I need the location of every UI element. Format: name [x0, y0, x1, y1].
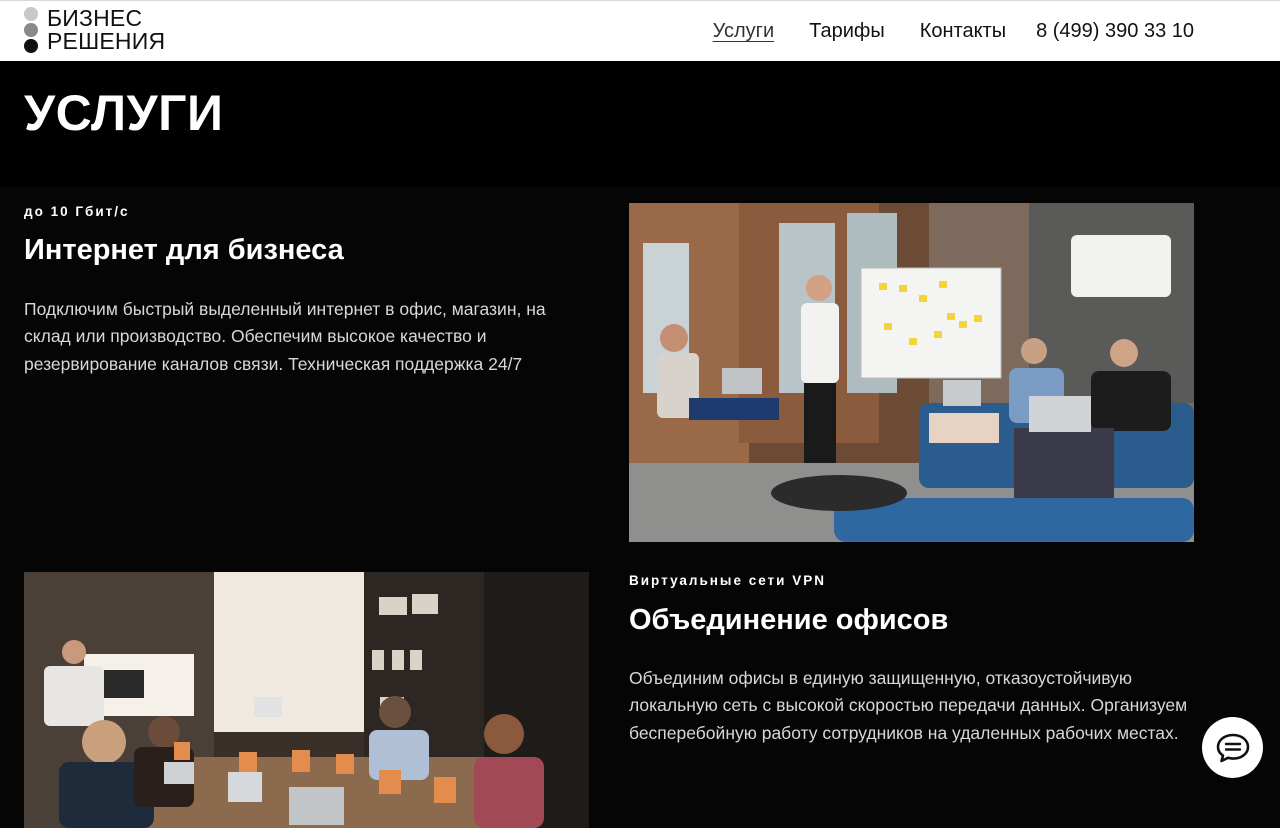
- phone-link[interactable]: 8 (499) 390 33 10: [1036, 20, 1194, 43]
- nav-link-services[interactable]: Услуги: [713, 20, 775, 43]
- service-2-title: Объединение офисов: [629, 604, 949, 636]
- page-title: УСЛУГИ: [24, 85, 224, 141]
- logo[interactable]: БИЗНЕС РЕШЕНИЯ: [24, 6, 174, 54]
- logo-line-2: РЕШЕНИЯ: [47, 28, 166, 54]
- chat-button[interactable]: [1202, 717, 1263, 778]
- service-1-photo: [629, 203, 1194, 542]
- service-1-eyebrow: до 10 Гбит/с: [24, 204, 130, 219]
- service-2-photo: [24, 572, 589, 828]
- service-1-description: Подключим быстрый выделенный интернет в …: [24, 299, 546, 374]
- logo-line-1: БИЗНЕС: [47, 5, 143, 31]
- nav-link-contacts[interactable]: Контакты: [920, 20, 1006, 43]
- chat-bubble-icon: [1216, 733, 1249, 762]
- service-1-title: Интернет для бизнеса: [24, 234, 344, 266]
- service-2-eyebrow: Виртуальные сети VPN: [629, 573, 826, 588]
- title-section: УСЛУГИ: [0, 61, 1280, 187]
- service-2-description: Объединим офисы в единую защищенную, отк…: [629, 668, 1188, 743]
- logo-dots-icon: [24, 6, 38, 54]
- nav-link-tariffs[interactable]: Тарифы: [809, 20, 885, 43]
- conference-room-presentation-photo: [24, 572, 589, 828]
- logo-text: БИЗНЕС РЕШЕНИЯ: [47, 7, 165, 53]
- main-nav: Услуги Тарифы Контакты 8 (499) 390 33 10: [713, 1, 1194, 62]
- site-header: БИЗНЕС РЕШЕНИЯ Услуги Тарифы Контакты 8 …: [0, 0, 1280, 61]
- office-team-meeting-whiteboard-photo: [629, 203, 1194, 542]
